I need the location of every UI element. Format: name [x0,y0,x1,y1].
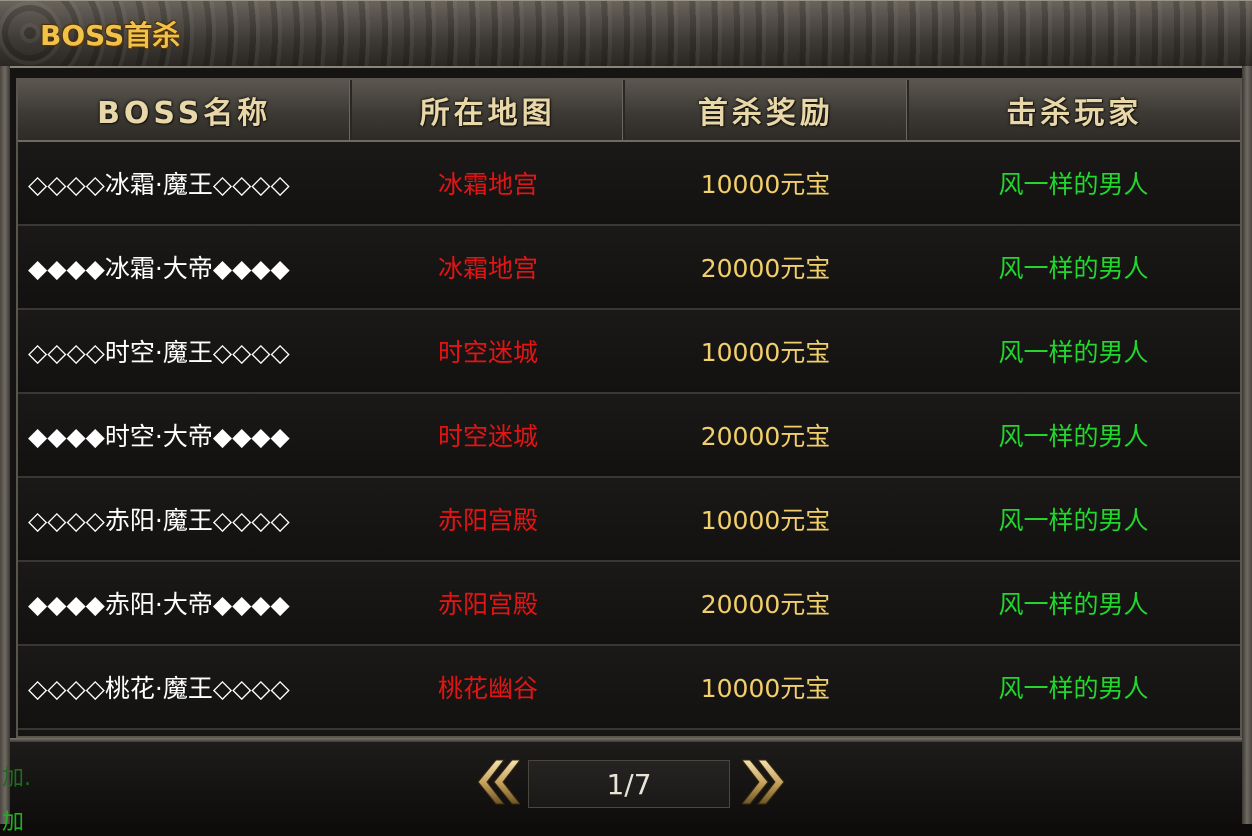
next-page-button[interactable] [740,756,788,808]
map-cell: 冰霜地宫 [437,254,538,283]
reward-cell: 10000元宝 [700,338,831,367]
map-cell: 冰霜地宫 [437,170,538,199]
boss-name-cell: ◇◇◇◇赤阳·魔王◇◇◇◇ [28,506,290,535]
boss-name-cell: ◆◆◆◆时空·大帝◆◆◆◆ [28,422,290,451]
map-cell: 时空迷城 [437,338,538,367]
frame-right [1242,66,1252,824]
table-row[interactable]: ◆◆◆◆赤阳·大帝◆◆◆◆ 赤阳宫殿 20000元宝 风一样的男人 [18,562,1240,646]
reward-cell: 20000元宝 [700,590,831,619]
map-cell: 赤阳宫殿 [437,506,538,535]
player-cell: 风一样的男人 [998,170,1149,199]
boss-name-cell: ◇◇◇◇时空·魔王◇◇◇◇ [28,338,290,367]
reward-cell: 10000元宝 [700,506,831,535]
reward-cell: 10000元宝 [700,170,831,199]
header-player: 击杀玩家 [1006,96,1143,131]
player-cell: 风一样的男人 [998,338,1149,367]
side-label-1: 加. [2,766,31,791]
table-row[interactable]: ◇◇◇◇桃花·魔王◇◇◇◇ 桃花幽谷 10000元宝 风一样的男人 [18,646,1240,730]
table-row[interactable]: ◇◇◇◇赤阳·魔王◇◇◇◇ 赤阳宫殿 10000元宝 风一样的男人 [18,478,1240,562]
table-body: ◇◇◇◇冰霜·魔王◇◇◇◇ 冰霜地宫 10000元宝 风一样的男人 ◆◆◆◆冰霜… [18,142,1240,730]
table-row[interactable]: ◇◇◇◇时空·魔王◇◇◇◇ 时空迷城 10000元宝 风一样的男人 [18,310,1240,394]
player-cell: 风一样的男人 [998,590,1149,619]
prev-page-button[interactable] [474,756,522,808]
player-cell: 风一样的男人 [998,674,1149,703]
title-bar: BOSS首杀 [0,0,1252,68]
header-boss-name: BOSS名称 [18,80,353,140]
map-cell: 赤阳宫殿 [437,590,538,619]
frame-left [0,66,10,824]
table-row[interactable]: ◇◇◇◇冰霜·魔王◇◇◇◇ 冰霜地宫 10000元宝 风一样的男人 [18,142,1240,226]
boss-table: BOSS名称 所在地图 首杀奖励 击杀玩家 ◇◇◇◇冰霜·魔王◇◇◇◇ 冰霜地宫… [16,78,1242,738]
player-cell: 风一样的男人 [998,254,1149,283]
map-cell: 桃花幽谷 [437,674,538,703]
map-cell: 时空迷城 [437,422,538,451]
window-title: BOSS首杀 [40,19,181,52]
header-reward: 首杀奖励 [625,80,909,140]
player-cell: 风一样的男人 [998,422,1149,451]
table-header: BOSS名称 所在地图 首杀奖励 击杀玩家 [18,80,1240,142]
boss-name-cell: ◇◇◇◇桃花·魔王◇◇◇◇ [28,674,290,703]
boss-name-cell: ◇◇◇◇冰霜·魔王◇◇◇◇ [28,170,290,199]
boss-name-cell: ◆◆◆◆赤阳·大帝◆◆◆◆ [28,590,290,619]
double-chevron-right-icon [740,759,785,805]
reward-cell: 20000元宝 [700,422,831,451]
boss-panel: BOSS名称 所在地图 首杀奖励 击杀玩家 ◇◇◇◇冰霜·魔王◇◇◇◇ 冰霜地宫… [10,68,1242,824]
table-row[interactable]: ◆◆◆◆冰霜·大帝◆◆◆◆ 冰霜地宫 20000元宝 风一样的男人 [18,226,1240,310]
table-row[interactable]: ◆◆◆◆时空·大帝◆◆◆◆ 时空迷城 20000元宝 风一样的男人 [18,394,1240,478]
player-cell: 风一样的男人 [998,506,1149,535]
side-label-2: 加 [2,810,25,835]
reward-cell: 20000元宝 [700,254,831,283]
header-map: 所在地图 [352,80,626,140]
reward-cell: 10000元宝 [700,674,831,703]
boss-name-cell: ◆◆◆◆冰霜·大帝◆◆◆◆ [28,254,290,283]
double-chevron-left-icon [477,759,522,805]
page-indicator: 1/7 [528,760,730,808]
